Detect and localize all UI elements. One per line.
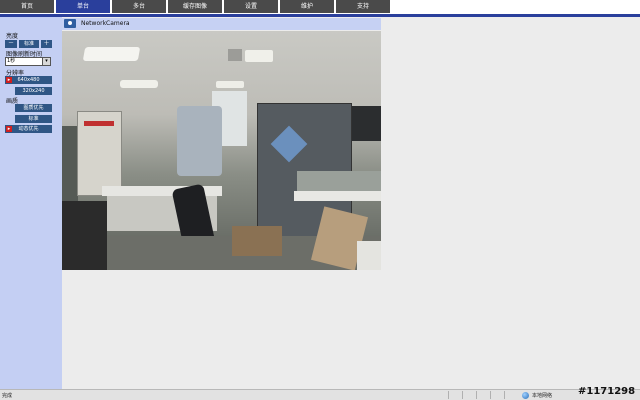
bin — [62, 201, 107, 270]
quality-motion-first-label: 动态优先 — [18, 126, 39, 132]
quality-image-first-button[interactable]: 图质优先 — [15, 104, 52, 112]
ceiling-light — [245, 50, 273, 62]
status-cell — [504, 391, 518, 399]
tab-support[interactable]: 支持 — [336, 0, 390, 13]
ceiling-light — [216, 81, 244, 88]
control-sidebar: 亮度 － 标准 ＋ 图像刷新时间 1秒 ▾ 分辨率 ▸ 640x480 320x… — [0, 17, 62, 389]
equipment — [177, 106, 222, 176]
quality-motion-first-button[interactable]: ▸ 动态优先 — [5, 125, 52, 133]
brightness-decrease-button[interactable]: － — [5, 40, 17, 48]
security-zone: 本地网络 — [532, 393, 553, 399]
refresh-interval-value: 1秒 — [7, 58, 16, 64]
ceiling-vent — [228, 49, 242, 61]
status-bar: 完成 本地网络 — [0, 389, 640, 400]
selected-indicator-icon: ▸ — [6, 126, 12, 132]
brightness-standard-button[interactable]: 标准 — [19, 40, 39, 48]
monitor — [352, 106, 381, 141]
refresh-interval-select[interactable]: 1秒 ▾ — [5, 57, 51, 66]
red-label — [84, 121, 114, 126]
status-cell — [448, 391, 462, 399]
ceiling-light — [120, 80, 158, 88]
tab-buffered-images[interactable]: 缓存图像 — [168, 0, 222, 13]
brightness-label: 亮度 — [6, 33, 19, 40]
chevron-down-icon[interactable]: ▾ — [42, 58, 50, 65]
tab-settings[interactable]: 设置 — [224, 0, 278, 13]
cardboard-box — [232, 226, 282, 256]
status-cell — [462, 391, 476, 399]
status-cell — [490, 391, 504, 399]
nav-tabs: 首页 单台 多台 缓存图像 设置 维护 支持 — [0, 0, 392, 14]
camera-icon — [64, 19, 76, 28]
camera-title-bar: NetworkCamera — [62, 18, 381, 30]
camera-title: NetworkCamera — [81, 20, 130, 27]
ceiling-light — [82, 47, 141, 61]
nav-divider — [0, 14, 640, 17]
brightness-increase-button[interactable]: ＋ — [41, 40, 52, 48]
resolution-640-label: 640x480 — [17, 77, 40, 83]
resolution-320-button[interactable]: 320x240 — [15, 87, 52, 95]
tab-maintenance[interactable]: 维护 — [280, 0, 334, 13]
quality-standard-button[interactable]: 标准 — [15, 115, 52, 123]
tab-home[interactable]: 首页 — [0, 0, 54, 13]
top-navigation: 首页 单台 多台 缓存图像 设置 维护 支持 — [0, 0, 640, 17]
watermark: #1171298 — [578, 386, 636, 397]
box — [357, 241, 381, 270]
camera-live-view[interactable] — [62, 31, 381, 270]
tab-multi[interactable]: 多台 — [112, 0, 166, 13]
selected-indicator-icon: ▸ — [6, 77, 12, 83]
resolution-640-button[interactable]: ▸ 640x480 — [5, 76, 52, 84]
bench-top — [294, 191, 381, 201]
status-cell — [476, 391, 490, 399]
globe-icon — [522, 392, 529, 399]
status-text: 完成 — [2, 393, 13, 399]
tab-single[interactable]: 单台 — [56, 0, 110, 13]
